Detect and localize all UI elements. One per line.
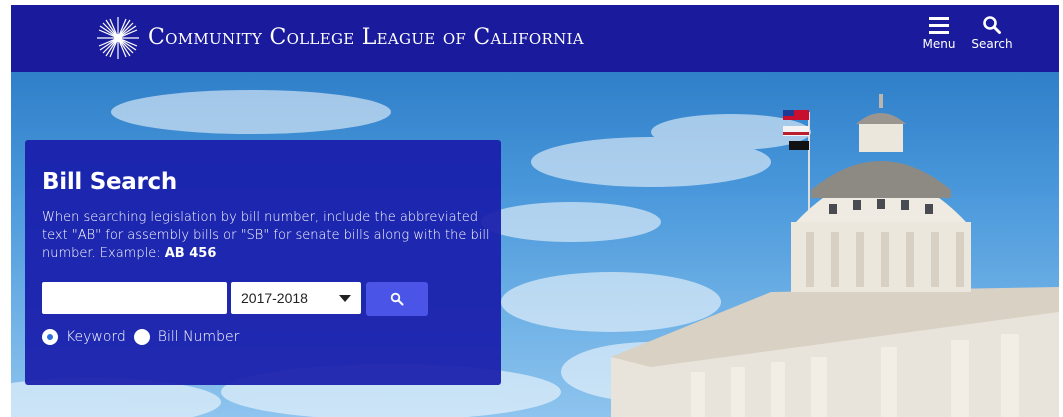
- bill-number-radio[interactable]: [133, 329, 150, 345]
- search-icon: [390, 292, 404, 306]
- sunburst-logo-icon[interactable]: [95, 15, 141, 61]
- bill-search-submit-button[interactable]: [366, 282, 428, 316]
- menu-label: Menu: [922, 37, 956, 51]
- search-label: Search: [971, 37, 1013, 51]
- bill-number-label[interactable]: Bill Number: [158, 329, 240, 345]
- bill-search-panel: Bill Search When searching legislation b…: [25, 140, 501, 385]
- session-select[interactable]: 2017-2018: [231, 282, 361, 314]
- example-text: AB 456: [164, 246, 217, 261]
- hero-banner: Bill Search When searching legislation b…: [11, 72, 1059, 417]
- search-icon: [983, 16, 1001, 34]
- bill-search-description: When searching legislation by bill numbe…: [42, 209, 492, 263]
- site-title[interactable]: Community College League of California: [148, 25, 584, 50]
- session-value: 2017-2018: [241, 290, 308, 306]
- bill-search-input[interactable]: [42, 282, 227, 314]
- chevron-down-icon: [339, 295, 351, 302]
- bill-search-title: Bill Search: [42, 169, 177, 195]
- keyword-radio[interactable]: [42, 329, 58, 345]
- site-header: Community College League of California M…: [11, 5, 1059, 72]
- description-text: When searching legislation by bill numbe…: [42, 210, 490, 261]
- keyword-label[interactable]: Keyword: [66, 329, 126, 345]
- search-type-options: Keyword Bill Number: [42, 328, 247, 346]
- header-search-button[interactable]: Search: [969, 15, 1015, 61]
- hamburger-menu-icon: [929, 17, 949, 34]
- menu-button[interactable]: Menu: [916, 15, 962, 61]
